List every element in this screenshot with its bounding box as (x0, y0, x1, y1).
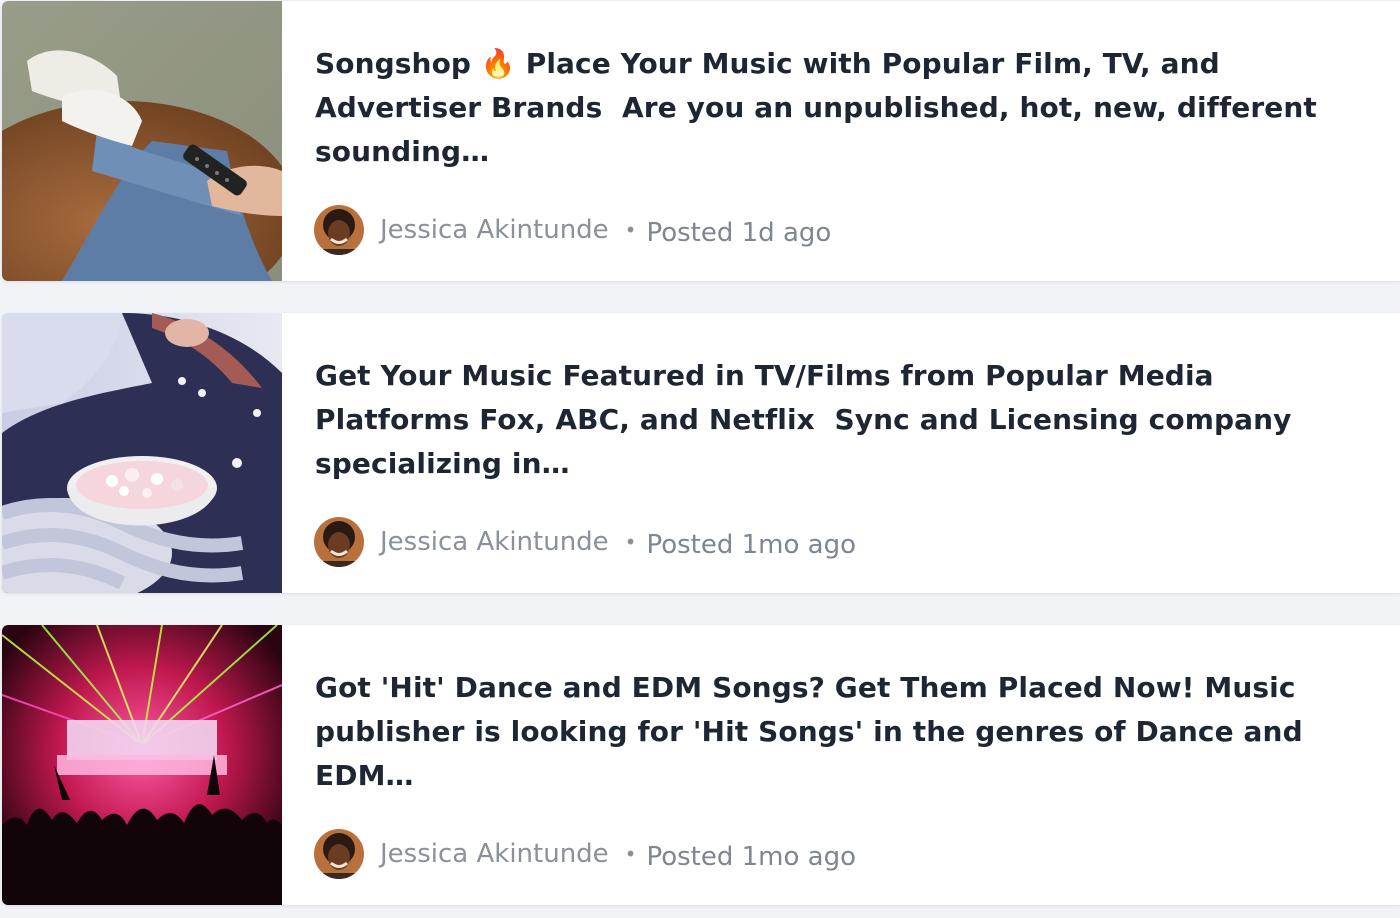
post-thumbnail[interactable] (2, 625, 282, 905)
post-feed: Songshop 🔥 Place Your Music with Popular… (0, 0, 1400, 918)
post-thumbnail[interactable] (2, 313, 282, 593)
post-timestamp: Posted 1mo ago (646, 842, 857, 872)
author-avatar-icon (314, 205, 364, 255)
post-title[interactable]: Songshop 🔥 Place Your Music with Popular… (315, 42, 1375, 174)
post-card[interactable]: Get Your Music Featured in TV/Films from… (2, 313, 1400, 593)
meta-separator: • (624, 218, 637, 242)
author-name[interactable]: Jessica Akintunde (380, 839, 609, 869)
avatar[interactable] (314, 829, 364, 879)
author-avatar-icon (314, 829, 364, 879)
author-name[interactable]: Jessica Akintunde (380, 215, 609, 245)
concert-lasers-photo-icon (2, 625, 282, 905)
feet-on-table-remote-photo-icon (2, 1, 282, 281)
post-card[interactable]: Got 'Hit' Dance and EDM Songs? Get Them … (2, 625, 1400, 905)
post-title[interactable]: Got 'Hit' Dance and EDM Songs? Get Them … (315, 666, 1375, 798)
author-avatar-icon (314, 517, 364, 567)
post-meta: Jessica Akintunde • Posted 1mo ago (314, 517, 856, 567)
post-card[interactable]: Songshop 🔥 Place Your Music with Popular… (2, 1, 1400, 281)
avatar[interactable] (314, 517, 364, 567)
meta-separator: • (624, 842, 637, 866)
meta-separator: • (624, 530, 637, 554)
post-title[interactable]: Get Your Music Featured in TV/Films from… (315, 354, 1375, 486)
author-name[interactable]: Jessica Akintunde (380, 527, 609, 557)
post-timestamp: Posted 1d ago (646, 218, 832, 248)
avatar[interactable] (314, 205, 364, 255)
post-meta: Jessica Akintunde • Posted 1d ago (314, 205, 831, 255)
popcorn-bowl-photo-icon (2, 313, 282, 593)
post-meta: Jessica Akintunde • Posted 1mo ago (314, 829, 856, 879)
post-thumbnail[interactable] (2, 1, 282, 281)
post-timestamp: Posted 1mo ago (646, 530, 857, 560)
